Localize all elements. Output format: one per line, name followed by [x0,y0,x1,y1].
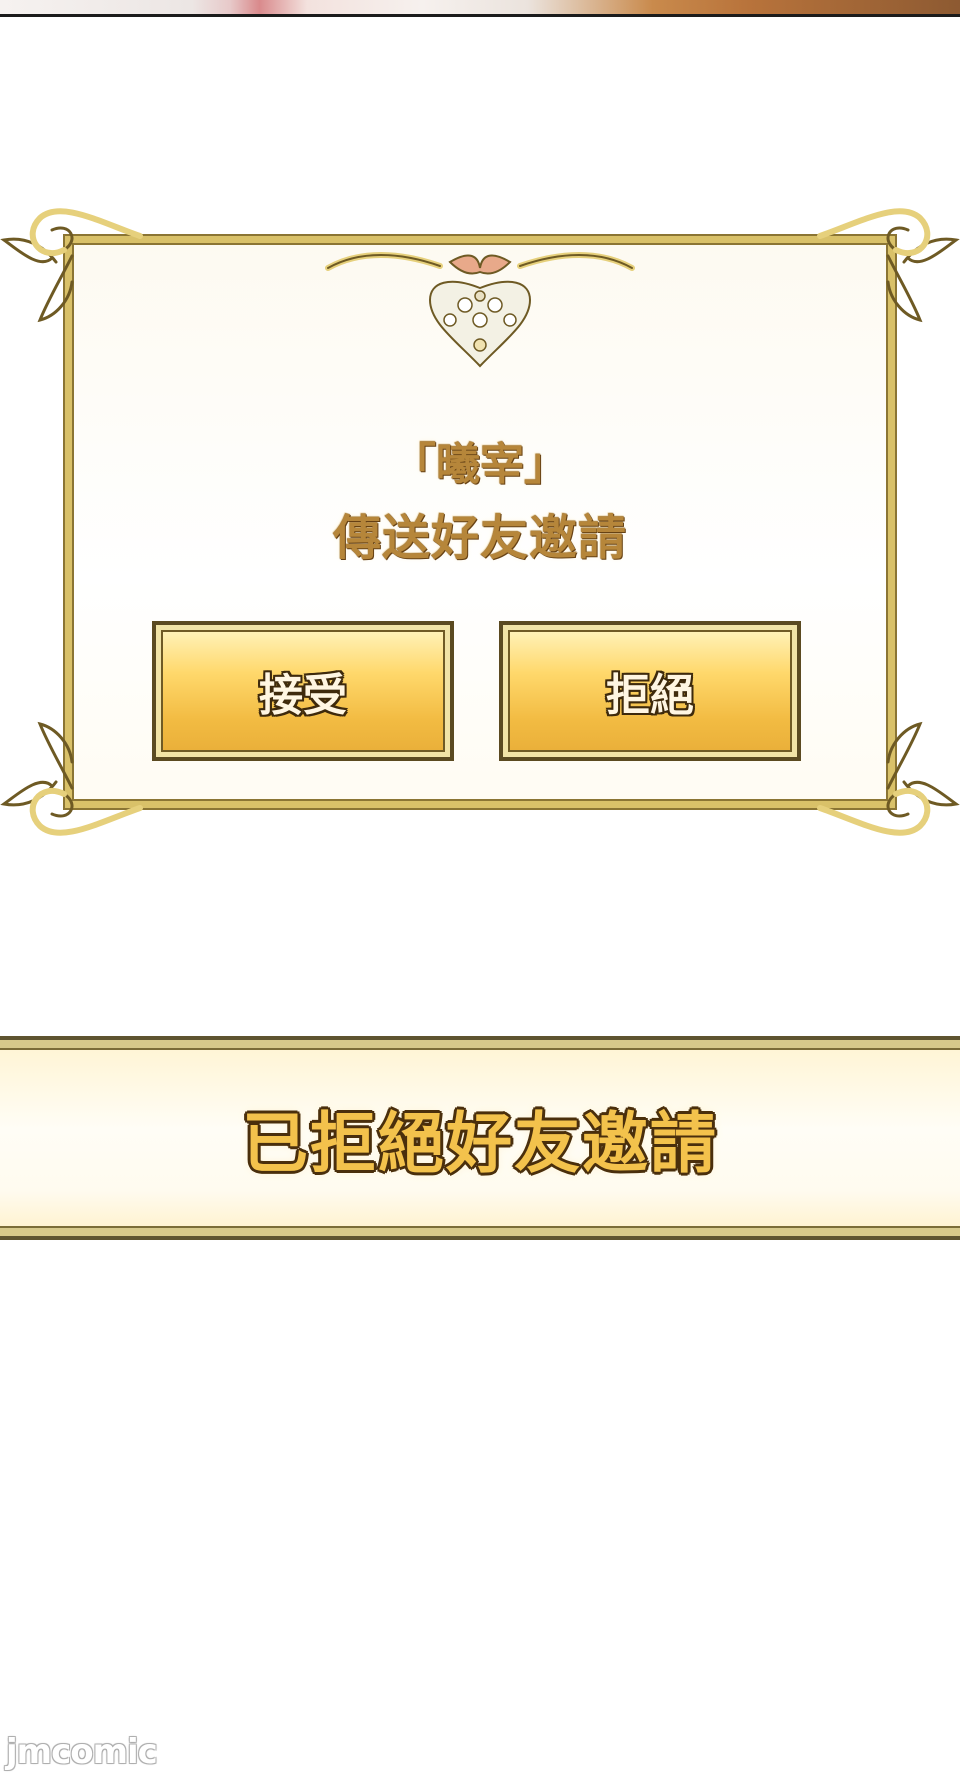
accept-button[interactable]: 接受 [152,621,454,761]
previous-panel-art [0,0,960,15]
previous-panel-edge [0,0,960,17]
requester-name: 「曦宰」 [392,439,568,490]
reject-button-face[interactable]: 拒絕 [508,630,792,752]
comic-page: 「曦宰」 傳送好友邀請 接受 拒絕 已拒絕好友邀請 jmcomic [0,0,960,1777]
notification-text: 已拒絕好友邀請 [242,1105,718,1182]
accept-button-label: 接受 [259,670,347,721]
accept-button-face[interactable]: 接受 [161,630,445,752]
request-message: 傳送好友邀請 [332,510,627,566]
watermark-logo: jmcomic [6,1732,158,1772]
notification-banner: 已拒絕好友邀請 [0,1036,960,1240]
panel-border [0,14,960,17]
notification-banner-inner: 已拒絕好友邀請 [0,1048,960,1228]
reject-button-label: 拒絕 [606,670,694,721]
friend-request-dialog: 「曦宰」 傳送好友邀請 接受 拒絕 [63,234,897,810]
reject-button[interactable]: 拒絕 [499,621,801,761]
